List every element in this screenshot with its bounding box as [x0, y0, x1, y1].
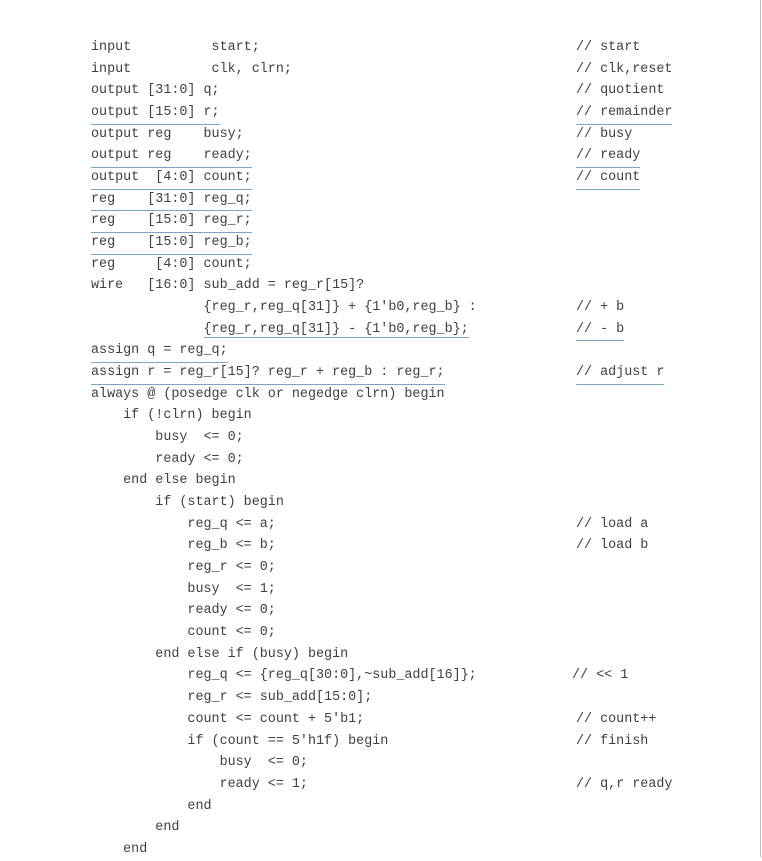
code-line: reg [15:0] reg_r; — [0, 210, 760, 234]
code-text: assign q = reg_q; — [91, 340, 228, 364]
code-comment: // finish — [576, 733, 649, 749]
code-text: end — [91, 820, 180, 836]
code-text: ready <= 0; — [91, 603, 276, 619]
code-line: assign q = reg_q; — [0, 340, 760, 364]
code-text: busy <= 0; — [91, 755, 308, 771]
code-line: reg_q <= a; // load a — [0, 514, 760, 536]
code-line: reg [4:0] count; — [0, 254, 760, 276]
code-comment: // ready — [576, 145, 641, 169]
code-text: ready <= 1; — [91, 776, 308, 792]
code-text: end — [91, 841, 148, 857]
code-text: reg_q <= {reg_q[30:0],~sub_add[16]}; — [91, 668, 477, 684]
code-line: output reg busy; // busy — [0, 124, 760, 146]
code-text: wire [16:0] sub_add = reg_r[15]? — [91, 278, 365, 294]
code-comment: // start — [576, 40, 641, 55]
code-line: if (count == 5'h1f) begin // finish — [0, 731, 760, 753]
code-comment: // adjust r — [576, 362, 665, 385]
page-edge-divider — [760, 0, 761, 857]
code-text: if (start) begin — [91, 495, 284, 511]
code-text: output [15:0] r; — [91, 102, 220, 125]
code-line: count <= count + 5'b1; // count++ — [0, 709, 760, 731]
code-comment: // remainder — [576, 102, 673, 125]
code-text: end else begin — [91, 473, 236, 489]
code-line: ready <= 0; — [0, 449, 760, 471]
code-text: {reg_r,reg_q[31]} + {1'b0,reg_b} : — [91, 300, 477, 316]
code-text: input start; — [91, 40, 260, 55]
code-line: reg_r <= sub_add[15:0]; — [0, 687, 760, 709]
code-line: busy <= 0; — [0, 427, 760, 449]
code-text: assign r = reg_r[15]? reg_r + reg_b : re… — [91, 362, 445, 385]
code-line: end — [0, 839, 760, 861]
code-line: end — [0, 796, 760, 818]
code-line: {reg_r,reg_q[31]} + {1'b0,reg_b} : // + b — [0, 297, 760, 319]
code-text: reg [15:0] reg_r; — [91, 210, 252, 234]
code-line: output [15:0] r; // remainder — [0, 102, 760, 125]
code-comment: // count++ — [576, 711, 657, 727]
code-text: output [4:0] count; — [91, 167, 252, 190]
code-text: count <= count + 5'b1; — [91, 711, 365, 727]
code-line: wire [16:0] sub_add = reg_r[15]? — [0, 275, 760, 297]
code-text: reg [31:0] reg_q; — [91, 189, 252, 212]
code-comment: // << 1 — [572, 668, 629, 684]
code-line: assign r = reg_r[15]? reg_r + reg_b : re… — [0, 362, 760, 385]
code-text: reg [4:0] count; — [91, 256, 252, 272]
code-line: output [4:0] count; // count — [0, 167, 760, 190]
code-line: {reg_r,reg_q[31]} - {1'b0,reg_b}; // - b — [0, 319, 760, 342]
code-text: reg_r <= 0; — [91, 560, 276, 576]
code-line: end else if (busy) begin — [0, 644, 760, 666]
code-text: output reg ready; — [91, 145, 252, 169]
code-line: if (start) begin — [0, 492, 760, 514]
code-comment: // - b — [576, 319, 625, 342]
code-text: busy <= 0; — [91, 430, 244, 446]
code-line: reg_b <= b; // load b — [0, 535, 760, 557]
code-line: ready <= 1; // q,r ready — [0, 774, 760, 796]
code-line: reg [31:0] reg_q; — [0, 189, 760, 212]
code-comment: // + b — [576, 300, 625, 316]
verilog-code-listing: input start; // start input clk, clrn; // c… — [0, 37, 760, 861]
code-line: end — [0, 817, 760, 839]
code-text: reg_q <= a; — [91, 516, 276, 532]
code-text: input clk, clrn; — [91, 61, 292, 77]
code-comment: // load a — [576, 516, 649, 532]
code-line: input start; // start — [0, 37, 760, 59]
code-comment: // count — [576, 167, 641, 190]
code-line: output [31:0] q; // quotient — [0, 80, 760, 102]
code-text: output [31:0] q; — [91, 83, 220, 99]
code-line: reg_q <= {reg_q[30:0],~sub_add[16]}; // <… — [0, 665, 760, 687]
code-text: if (!clrn) begin — [91, 408, 252, 424]
code-text: if (count == 5'h1f) begin — [91, 733, 389, 749]
code-comment: // load b — [576, 538, 649, 554]
code-comment: // busy — [576, 126, 633, 142]
code-text: end — [91, 798, 212, 814]
code-line: busy <= 1; — [0, 579, 760, 601]
code-text: always @ (posedge clk or negedge clrn) b… — [91, 386, 445, 402]
code-text: reg_r <= sub_add[15:0]; — [91, 690, 373, 706]
code-line: if (!clrn) begin — [0, 405, 760, 427]
code-text: {reg_r,reg_q[31]} - {1'b0,reg_b}; — [91, 319, 469, 341]
code-comment: // q,r ready — [576, 776, 673, 792]
underlined-code: {reg_r,reg_q[31]} - {1'b0,reg_b}; — [203, 321, 469, 338]
code-line: end else begin — [0, 470, 760, 492]
code-text: ready <= 0; — [91, 451, 244, 467]
code-text: busy <= 1; — [91, 581, 276, 597]
code-text: output reg busy; — [91, 126, 244, 142]
code-line: ready <= 0; — [0, 600, 760, 622]
code-text: reg [15:0] reg_b; — [91, 232, 252, 255]
code-line: count <= 0; — [0, 622, 760, 644]
code-line: reg_r <= 0; — [0, 557, 760, 579]
code-text: reg_b <= b; — [91, 538, 276, 554]
code-line: output reg ready; // ready — [0, 145, 760, 169]
code-text: count <= 0; — [91, 625, 276, 641]
code-line: always @ (posedge clk or negedge clrn) b… — [0, 384, 760, 406]
code-text: end else if (busy) begin — [91, 646, 349, 662]
code-line: input clk, clrn; // clk,reset — [0, 59, 760, 81]
code-line: reg [15:0] reg_b; — [0, 232, 760, 255]
code-comment: // quotient — [576, 83, 665, 99]
code-line: busy <= 0; — [0, 752, 760, 774]
code-comment: // clk,reset — [576, 61, 673, 77]
